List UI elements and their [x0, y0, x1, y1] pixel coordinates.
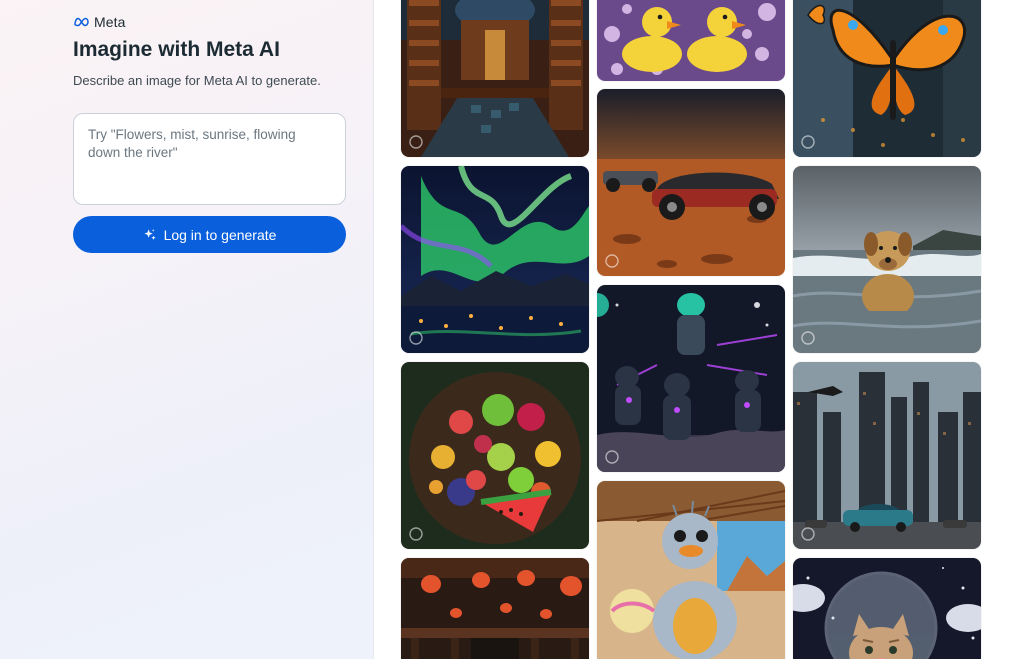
gallery-tile-fruit-platter[interactable]: [401, 362, 589, 549]
lantern-hall-image: [401, 558, 589, 659]
meta-ai-badge-icon: [409, 331, 423, 345]
meta-ai-badge-icon: [801, 135, 815, 149]
meta-logo-icon: [74, 17, 89, 27]
page-subtitle: Describe an image for Meta AI to generat…: [73, 73, 321, 88]
aurora-image: [401, 166, 589, 353]
gallery-tile-lantern-hall[interactable]: [401, 558, 589, 659]
left-panel: Meta Imagine with Meta AI Describe an im…: [0, 0, 374, 659]
rubber-ducks-image: [597, 0, 785, 81]
prompt-input[interactable]: [73, 113, 346, 205]
gallery-tile-dog-in-sea[interactable]: [793, 166, 981, 353]
brand-name: Meta: [94, 14, 126, 30]
app-root: Meta Imagine with Meta AI Describe an im…: [0, 0, 1024, 659]
brand[interactable]: Meta: [73, 14, 126, 30]
dog-in-sea-image: [793, 166, 981, 353]
gallery-tile-butterfly-street[interactable]: [793, 0, 981, 157]
login-button-label: Log in to generate: [163, 226, 277, 243]
butterfly-street-image: [793, 0, 981, 157]
gallery-tile-desert-race-cars[interactable]: [597, 89, 785, 276]
futuristic-city-image: [793, 362, 981, 549]
login-to-generate-button[interactable]: Log in to generate: [73, 216, 346, 253]
meta-ai-badge-icon: [605, 254, 619, 268]
library-image: [401, 0, 589, 157]
space-cats-image: [597, 285, 785, 472]
meta-ai-badge-icon: [801, 527, 815, 541]
gallery-tile-fluffy-bird[interactable]: [597, 481, 785, 659]
page-title: Imagine with Meta AI: [73, 38, 280, 61]
gallery-tile-astronaut-kitten[interactable]: [793, 558, 981, 659]
meta-ai-badge-icon: [605, 450, 619, 464]
image-gallery: [375, 0, 1024, 659]
gallery-tile-space-cats[interactable]: [597, 285, 785, 472]
meta-ai-badge-icon: [409, 135, 423, 149]
fluffy-bird-image: [597, 481, 785, 659]
gallery-tile-aurora[interactable]: [401, 166, 589, 353]
gallery-tile-rubber-ducks[interactable]: [597, 0, 785, 81]
astronaut-kitten-image: [793, 558, 981, 659]
gallery-tile-futuristic-city[interactable]: [793, 362, 981, 549]
fruit-platter-image: [401, 362, 589, 549]
sparkle-icon: [143, 228, 156, 240]
meta-ai-badge-icon: [801, 331, 815, 345]
meta-ai-badge-icon: [409, 527, 423, 541]
gallery-tile-library[interactable]: [401, 0, 589, 157]
desert-race-cars-image: [597, 89, 785, 276]
